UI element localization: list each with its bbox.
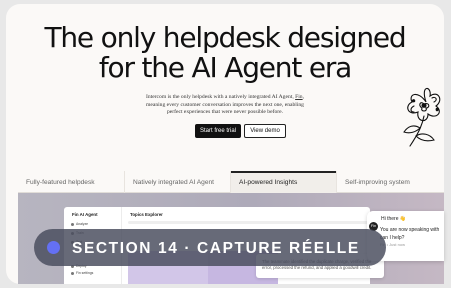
hero-title-line-1: The only helpdesk designed [44, 21, 406, 54]
sidebar-item-label: Analyze [76, 222, 89, 226]
view-demo-button[interactable]: View demo [244, 124, 286, 138]
subtitle-text: Intercom is the only helpdesk with a nat… [145, 94, 296, 100]
hero-title-line-2: for the AI Agent era [98, 51, 352, 84]
chat-message-line-1: You are now speaking with [380, 227, 440, 233]
tab-natively-integrated-ai-agent[interactable]: Natively integrated AI Agent [124, 171, 230, 193]
status-dot-icon [47, 241, 60, 254]
section-label: SECTION 14 · CAPTURE RÉELLE [72, 240, 360, 257]
sidebar-item-label: Fin settings [76, 271, 94, 275]
sidebar-item-analyze[interactable]: Analyze [71, 221, 117, 227]
tab-self-improving-system[interactable]: Self-improving system [336, 171, 442, 193]
section-overlay-badge: SECTION 14 · CAPTURE RÉELLE [34, 229, 386, 266]
topics-filter-bar [128, 221, 368, 224]
hero-subtitle-line-1: Intercom is the only helpdesk with a nat… [6, 94, 444, 101]
start-free-trial-button[interactable]: Start free trial [195, 124, 241, 138]
sidebar-item-fin-settings[interactable]: Fin settings [71, 270, 117, 276]
hero-subtitle-line-3: perfect experiences that were never poss… [166, 109, 283, 115]
settings-icon [71, 271, 74, 275]
feature-tabs: Fully-featured helpdesk Natively integra… [18, 171, 444, 193]
fin-link[interactable]: Fin [295, 94, 302, 100]
topics-explorer-title: Topics Explorer [130, 212, 163, 217]
hero-subtitle-line-2: meaning every customer conversation impr… [146, 101, 304, 108]
subtitle-comma: , [302, 94, 304, 100]
tab-ai-powered-insights[interactable]: AI-powered Insights [230, 171, 336, 193]
analyze-icon [71, 222, 74, 226]
app-sidebar-title: Fin AI Agent [72, 212, 98, 217]
chat-greeting: Hi there 👋 [381, 216, 407, 222]
flower-illustration-icon [403, 87, 441, 147]
tab-fully-featured-helpdesk[interactable]: Fully-featured helpdesk [18, 171, 124, 193]
